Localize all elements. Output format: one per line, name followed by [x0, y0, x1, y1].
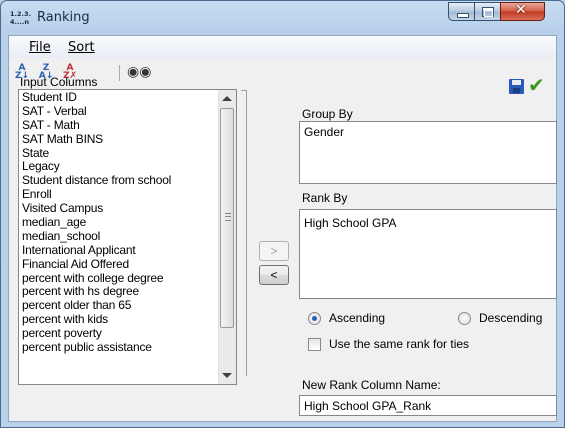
- group-by-label: Group By: [302, 107, 353, 121]
- save-icon[interactable]: [509, 79, 524, 94]
- input-column-item[interactable]: Enroll: [22, 187, 236, 202]
- input-column-item[interactable]: percent with hs degree: [22, 285, 236, 299]
- maximize-icon: [482, 7, 494, 17]
- menu-bar: File Sort: [9, 36, 556, 58]
- input-column-item[interactable]: percent poverty: [22, 326, 236, 341]
- group-by-box[interactable]: Gender: [299, 121, 557, 184]
- scroll-down-icon[interactable]: [222, 373, 232, 378]
- input-column-item[interactable]: Visited Campus: [22, 201, 236, 216]
- input-column-item[interactable]: Student distance from school: [22, 173, 236, 188]
- menu-sort[interactable]: Sort: [68, 40, 95, 55]
- group-by-value[interactable]: Gender: [304, 125, 344, 139]
- input-column-item[interactable]: State: [22, 146, 236, 161]
- grip-icon: [225, 213, 231, 221]
- input-column-item[interactable]: median_school: [22, 229, 236, 244]
- input-column-item[interactable]: International Applicant: [22, 243, 236, 258]
- maximize-button[interactable]: [474, 2, 501, 21]
- input-column-item[interactable]: Financial Aid Offered: [22, 257, 236, 272]
- rank-by-box[interactable]: High School GPA: [299, 209, 557, 299]
- same-rank-checkbox[interactable]: [308, 338, 321, 351]
- toolbar-separator: [119, 65, 120, 81]
- binoculars-icon[interactable]: ◉◉: [127, 64, 151, 82]
- move-right-button[interactable]: >: [259, 241, 289, 261]
- input-columns-scrollbar[interactable]: [218, 90, 236, 384]
- input-column-item[interactable]: median_age: [22, 215, 236, 230]
- same-rank-label[interactable]: Use the same rank for ties: [329, 337, 469, 351]
- ascending-label[interactable]: Ascending: [329, 311, 385, 325]
- new-rank-input[interactable]: [299, 395, 557, 416]
- minimize-button[interactable]: [448, 2, 475, 21]
- window-title: Ranking: [37, 10, 90, 25]
- input-column-item[interactable]: SAT - Verbal: [22, 104, 236, 119]
- rank-by-value[interactable]: High School GPA: [304, 216, 397, 230]
- ascending-radio[interactable]: [308, 312, 321, 325]
- ranking-window: 1.2.3. 4....n Ranking ✕ File Sort A Z↓ Z A↓…: [0, 0, 565, 428]
- input-columns-label: Input Columns: [20, 75, 98, 89]
- input-columns-items: Student ID SAT - Verbal SAT - Math SAT Math…: [19, 90, 236, 355]
- input-column-item[interactable]: SAT Math BINS: [22, 132, 236, 147]
- app-icon: 1.2.3. 4....n: [10, 10, 31, 26]
- title-bar[interactable]: 1.2.3. 4....n Ranking ✕: [1, 1, 564, 35]
- scroll-up-icon[interactable]: [222, 96, 232, 101]
- checkmark-icon[interactable]: ✔: [528, 73, 545, 97]
- scroll-thumb[interactable]: [220, 108, 234, 328]
- input-column-item[interactable]: Student ID: [22, 90, 236, 105]
- descending-label[interactable]: Descending: [479, 311, 542, 325]
- menu-file[interactable]: File: [29, 40, 51, 55]
- descending-radio[interactable]: [458, 312, 471, 325]
- new-rank-label: New Rank Column Name:: [302, 378, 441, 392]
- input-column-item[interactable]: percent public assistance: [22, 340, 236, 355]
- panel-divider: [246, 90, 247, 376]
- close-button[interactable]: ✕: [500, 2, 545, 21]
- minimize-icon: [457, 13, 469, 18]
- move-left-button[interactable]: <: [259, 265, 289, 285]
- input-column-item[interactable]: percent with kids: [22, 312, 236, 327]
- input-column-item[interactable]: SAT - Math: [22, 118, 236, 133]
- close-icon: ✕: [515, 2, 527, 18]
- menu-file-label: File: [29, 40, 51, 55]
- menu-sort-label: Sort: [68, 40, 95, 55]
- input-columns-list[interactable]: Student ID SAT - Verbal SAT - Math SAT Math…: [18, 89, 237, 385]
- input-column-item[interactable]: Legacy: [22, 160, 236, 174]
- input-column-item[interactable]: percent with college degree: [22, 271, 236, 286]
- input-column-item[interactable]: percent older than 65: [22, 298, 236, 313]
- rank-by-label: Rank By: [302, 191, 348, 205]
